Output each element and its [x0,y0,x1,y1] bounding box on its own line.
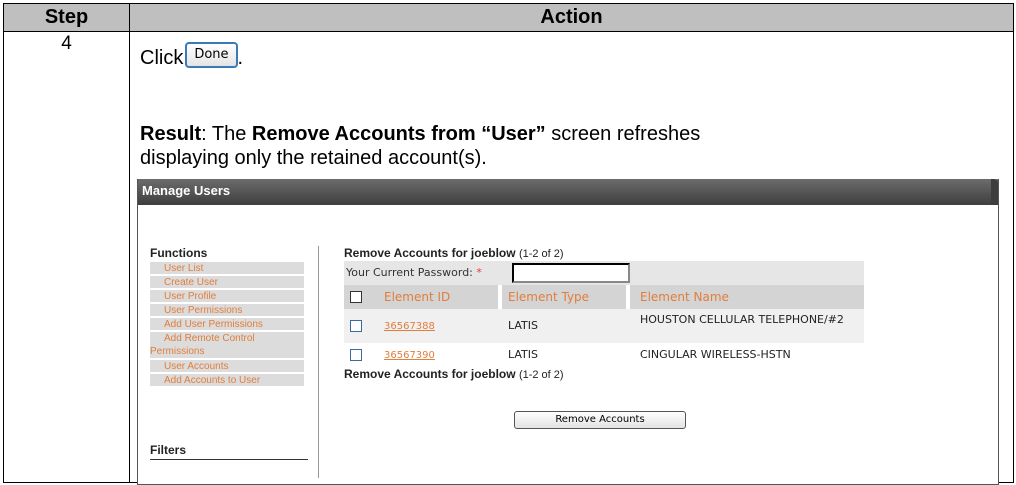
step-column-header: Step [3,3,130,32]
current-password-input[interactable] [512,263,630,283]
panel-count: (1-2 of 2) [518,248,564,260]
manage-users-titlebar: Manage Users [138,179,998,205]
element-id-link[interactable]: 36567388 [384,321,435,332]
click-instruction: Click Done. [140,41,244,72]
table-row: 36567390 LATIS CINGULAR WIRELESS-HSTN [344,343,864,367]
result-text-before: : The [201,123,252,145]
accounts-table-header: Element ID Element Type Element Name [344,285,864,309]
panel-heading-text: Remove Accounts for joeblow [344,246,516,260]
function-user-profile[interactable]: User Profile [150,290,304,304]
manage-users-screenshot: Manage Users Functions User List Create … [137,179,999,485]
function-add-accounts-to-user[interactable]: Add Accounts to User [150,374,304,388]
function-add-user-permissions[interactable]: Add User Permissions [150,318,304,332]
instruction-period: . [237,47,244,69]
step-cell: 4 [3,31,130,483]
titlebar-corner [991,179,998,205]
element-id-cell: 36567390 [364,343,502,368]
required-marker: * [476,266,482,279]
result-line-2: displaying only the retained account(s). [140,147,487,169]
element-name-cell: CINGULAR WIRELESS-HSTN [640,348,791,361]
element-name-cell: HOUSTON CELLULAR TELEPHONE/#2 [640,313,844,326]
function-create-user[interactable]: Create User [150,276,304,290]
element-type-cell: LATIS [508,348,538,361]
table-row: 36567388 LATIS HOUSTON CELLULAR TELEPHON… [344,309,864,343]
result-label: Result [140,123,202,145]
column-element-name[interactable]: Element Name [626,285,864,309]
procedure-table: Step Action 4 Click Done. Result: The Rem… [3,3,1014,485]
function-user-list[interactable]: User List [150,262,304,276]
element-type-cell: LATIS [508,319,538,332]
function-user-permissions[interactable]: User Permissions [150,304,304,318]
functions-heading: Functions [150,246,208,260]
panel-heading: Remove Accounts for joeblow (1-2 of 2) [344,246,864,261]
click-text: Click [140,47,184,69]
element-id-cell: 36567388 [364,309,502,344]
functions-sidebar: Functions User List Create User User Pro… [150,246,321,478]
done-button[interactable]: Done [185,41,238,68]
action-cell: Click Done. Result: The Remove Accounts f… [129,31,1014,485]
password-label: Your Current Password: [346,266,473,279]
footer-heading-text: Remove Accounts for joeblow [344,367,516,381]
screen-name: Remove Accounts from “User” [251,123,546,145]
panel-footer-heading: Remove Accounts for joeblow (1-2 of 2) [344,367,864,381]
filters-heading: Filters [150,443,308,460]
action-column-header: Action [129,3,1014,32]
footer-count: (1-2 of 2) [518,369,564,381]
remove-accounts-panel: Remove Accounts for joeblow (1-2 of 2) Y… [344,246,864,429]
function-add-remote-control-permissions[interactable]: Add Remote Control Permissions [150,332,304,360]
row-checkbox[interactable] [350,320,362,332]
element-id-link[interactable]: 36567390 [384,350,435,361]
result-description: Result: The Remove Accounts from “User” … [140,122,1000,170]
remove-accounts-button[interactable]: Remove Accounts [514,411,686,429]
result-text-after: screen refreshes [545,123,701,145]
row-checkbox[interactable] [350,349,362,361]
function-user-accounts[interactable]: User Accounts [150,360,304,374]
step-number: 4 [61,33,72,54]
select-all-checkbox[interactable] [350,291,362,303]
column-element-id[interactable]: Element ID [364,285,502,309]
password-row: Your Current Password: * [344,261,864,285]
sidebar-divider [318,246,319,478]
column-element-type[interactable]: Element Type [502,285,626,309]
